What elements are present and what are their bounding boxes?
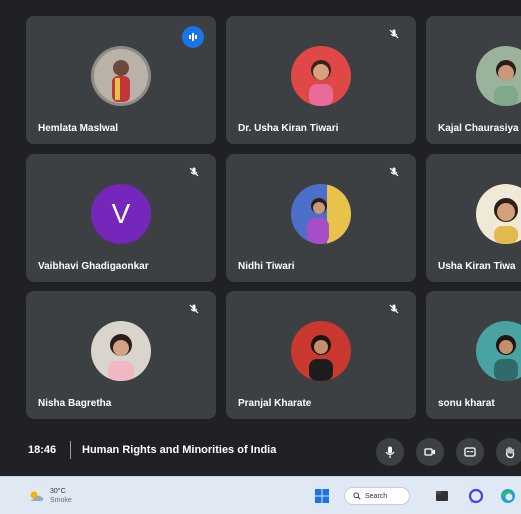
avatar bbox=[91, 321, 151, 381]
participant-tile[interactable]: Kajal Chaurasiya bbox=[426, 16, 521, 144]
participant-name: Dr. Usha Kiran Tiwari bbox=[238, 123, 339, 134]
avatar bbox=[291, 184, 351, 244]
weather-temperature: 30°C bbox=[50, 488, 66, 495]
avatar bbox=[476, 321, 521, 381]
mic-icon bbox=[385, 446, 395, 458]
speaking-indicator-icon bbox=[182, 26, 204, 48]
raise-hand-button[interactable] bbox=[496, 438, 521, 466]
participant-name: Kajal Chaurasiya bbox=[438, 123, 519, 134]
participant-tile[interactable]: V Vaibhavi Ghadigaonkar bbox=[26, 154, 216, 282]
weather-widget[interactable]: 30°C Smoke bbox=[28, 487, 72, 505]
divider bbox=[70, 441, 71, 459]
meeting-controls-bar: 18:46 Human Rights and Minorities of Ind… bbox=[0, 424, 521, 476]
participant-tile[interactable]: Nisha Bagretha bbox=[26, 291, 216, 419]
avatar bbox=[291, 46, 351, 106]
participant-name: Usha Kiran Tiwa bbox=[438, 261, 516, 272]
search-icon bbox=[353, 492, 361, 500]
search-label: Search bbox=[365, 492, 388, 500]
taskbar-search[interactable]: Search bbox=[344, 487, 410, 505]
windows-start-icon[interactable] bbox=[314, 488, 330, 504]
meeting-title: Human Rights and Minorities of India bbox=[82, 444, 277, 456]
meet-window: Hemlata Maslwal Dr. Usha Kiran Tiwari Ka… bbox=[0, 0, 521, 476]
mic-off-icon bbox=[386, 301, 402, 317]
participant-name: Vaibhavi Ghadigaonkar bbox=[38, 261, 149, 272]
participant-name: Nidhi Tiwari bbox=[238, 261, 295, 272]
avatar bbox=[291, 321, 351, 381]
mic-off-icon bbox=[186, 301, 202, 317]
participant-name: sonu kharat bbox=[438, 398, 495, 409]
weather-icon bbox=[30, 491, 43, 501]
camera-icon bbox=[424, 448, 435, 456]
participant-tile[interactable]: Pranjal Kharate bbox=[226, 291, 416, 419]
captions-button[interactable] bbox=[456, 438, 484, 466]
file-explorer-icon[interactable] bbox=[434, 488, 450, 504]
meeting-time: 18:46 bbox=[28, 444, 57, 456]
avatar bbox=[476, 184, 521, 244]
participant-name: Pranjal Kharate bbox=[238, 398, 312, 409]
participant-name: Nisha Bagretha bbox=[38, 398, 112, 409]
mic-off-icon bbox=[386, 164, 402, 180]
taskbar: 30°C Smoke Search bbox=[0, 476, 521, 514]
avatar bbox=[91, 46, 151, 106]
captions-icon bbox=[464, 447, 476, 457]
avatar bbox=[476, 46, 521, 106]
raise-hand-icon bbox=[505, 446, 515, 459]
participant-tile[interactable]: sonu kharat bbox=[426, 291, 521, 419]
edge-browser-icon[interactable] bbox=[500, 488, 516, 504]
avatar-initial: V bbox=[91, 184, 151, 244]
participant-name: Hemlata Maslwal bbox=[38, 123, 119, 134]
mic-off-icon bbox=[386, 26, 402, 42]
participant-tile[interactable]: Dr. Usha Kiran Tiwari bbox=[226, 16, 416, 144]
participant-tile[interactable]: Hemlata Maslwal bbox=[26, 16, 216, 144]
participant-tile[interactable]: Usha Kiran Tiwa bbox=[426, 154, 521, 282]
mic-off-icon bbox=[186, 164, 202, 180]
chat-app-icon[interactable] bbox=[468, 488, 484, 504]
weather-condition: Smoke bbox=[50, 497, 72, 504]
participant-tile[interactable]: Nidhi Tiwari bbox=[226, 154, 416, 282]
camera-button[interactable] bbox=[416, 438, 444, 466]
mic-button[interactable] bbox=[376, 438, 404, 466]
